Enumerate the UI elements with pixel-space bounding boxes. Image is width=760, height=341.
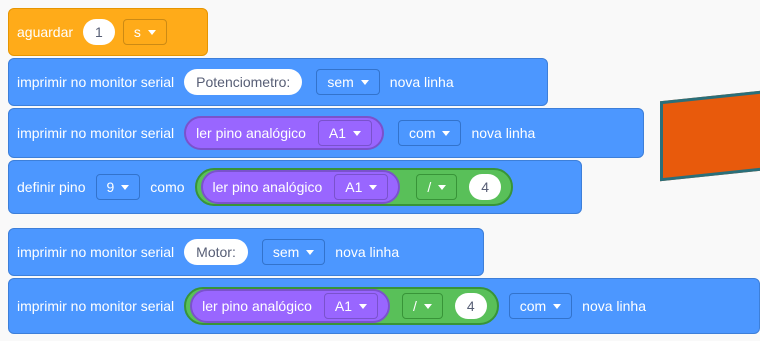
as-label: como xyxy=(150,179,185,195)
analog-read-reporter[interactable]: ler pino analógico A1 xyxy=(184,116,385,150)
newline-mode-label: com xyxy=(519,298,547,314)
print-label: imprimir no monitor serial xyxy=(17,125,175,141)
chevron-down-icon xyxy=(360,79,369,85)
chevron-down-icon xyxy=(353,130,362,136)
chevron-down-icon xyxy=(306,249,315,255)
chevron-down-icon xyxy=(121,184,130,190)
newline-mode-dropdown[interactable]: sem xyxy=(316,69,380,95)
analog-read-label: ler pino analógico xyxy=(196,125,306,141)
chevron-down-icon xyxy=(147,29,156,35)
newline-suffix-label: nova linha xyxy=(389,74,454,90)
analog-read-label: ler pino analógico xyxy=(202,298,312,314)
chevron-down-icon xyxy=(423,303,432,309)
wait-block[interactable]: aguardar 1 s xyxy=(8,8,208,56)
operator-dropdown[interactable]: / xyxy=(416,174,458,200)
newline-mode-dropdown[interactable]: sem xyxy=(261,239,326,265)
print-text-input[interactable]: Potenciometro: xyxy=(184,69,303,95)
chevron-down-icon xyxy=(359,303,368,309)
analog-read-label: ler pino analógico xyxy=(212,179,323,195)
analog-read-reporter[interactable]: ler pino analógico A1 xyxy=(200,170,401,204)
newline-mode-dropdown[interactable]: com xyxy=(508,293,573,319)
divide-operator-reporter[interactable]: ler pino analógico A1 / 4 xyxy=(184,287,499,325)
print-block-4[interactable]: imprimir no monitor serial ler pino anal… xyxy=(8,278,760,334)
print-label: imprimir no monitor serial xyxy=(17,244,175,260)
divide-operator-reporter[interactable]: ler pino analógico A1 / 4 xyxy=(194,168,514,206)
analog-read-reporter[interactable]: ler pino analógico A1 xyxy=(190,289,391,323)
analog-pin-dropdown[interactable]: A1 xyxy=(334,174,389,200)
chevron-down-icon xyxy=(369,184,378,190)
analog-pin-label: A1 xyxy=(345,179,363,195)
divisor-input[interactable]: 4 xyxy=(469,174,502,200)
operator-dropdown[interactable]: / xyxy=(402,293,443,319)
pin-number-dropdown[interactable]: 9 xyxy=(95,174,141,200)
newline-mode-dropdown[interactable]: com xyxy=(398,120,462,146)
newline-suffix-label: nova linha xyxy=(582,298,646,314)
pin-number-label: 9 xyxy=(106,179,115,195)
wait-label: aguardar xyxy=(17,24,74,40)
print-label: imprimir no monitor serial xyxy=(17,298,175,314)
wait-value-input[interactable]: 1 xyxy=(83,19,115,45)
chevron-down-icon xyxy=(553,303,562,309)
wait-unit-label: s xyxy=(133,24,141,40)
newline-mode-label: sem xyxy=(272,244,300,260)
operator-label: / xyxy=(413,298,417,314)
operator-label: / xyxy=(427,179,432,195)
print-block-3[interactable]: imprimir no monitor serial Motor: sem no… xyxy=(8,228,484,276)
set-pin-label: definir pino xyxy=(17,179,86,195)
newline-mode-label: sem xyxy=(327,74,354,90)
print-text-input[interactable]: Motor: xyxy=(184,239,248,265)
print-block-2[interactable]: imprimir no monitor serial ler pino anal… xyxy=(8,108,644,158)
analog-pin-dropdown[interactable]: A1 xyxy=(317,120,373,146)
divisor-input[interactable]: 4 xyxy=(454,293,487,319)
print-label: imprimir no monitor serial xyxy=(17,74,175,90)
newline-mode-label: com xyxy=(409,125,436,141)
print-block-1[interactable]: imprimir no monitor serial Potenciometro… xyxy=(8,58,548,106)
annotation-highlight-box xyxy=(660,88,760,182)
newline-suffix-label: nova linha xyxy=(471,125,536,141)
wait-unit-dropdown[interactable]: s xyxy=(122,19,167,45)
analog-pin-label: A1 xyxy=(328,125,347,141)
set-pin-block[interactable]: definir pino 9 como ler pino analógico A… xyxy=(8,160,582,214)
analog-pin-label: A1 xyxy=(334,298,353,314)
chevron-down-icon xyxy=(438,184,447,190)
analog-pin-dropdown[interactable]: A1 xyxy=(323,293,379,319)
chevron-down-icon xyxy=(442,130,451,136)
newline-suffix-label: nova linha xyxy=(335,244,400,260)
